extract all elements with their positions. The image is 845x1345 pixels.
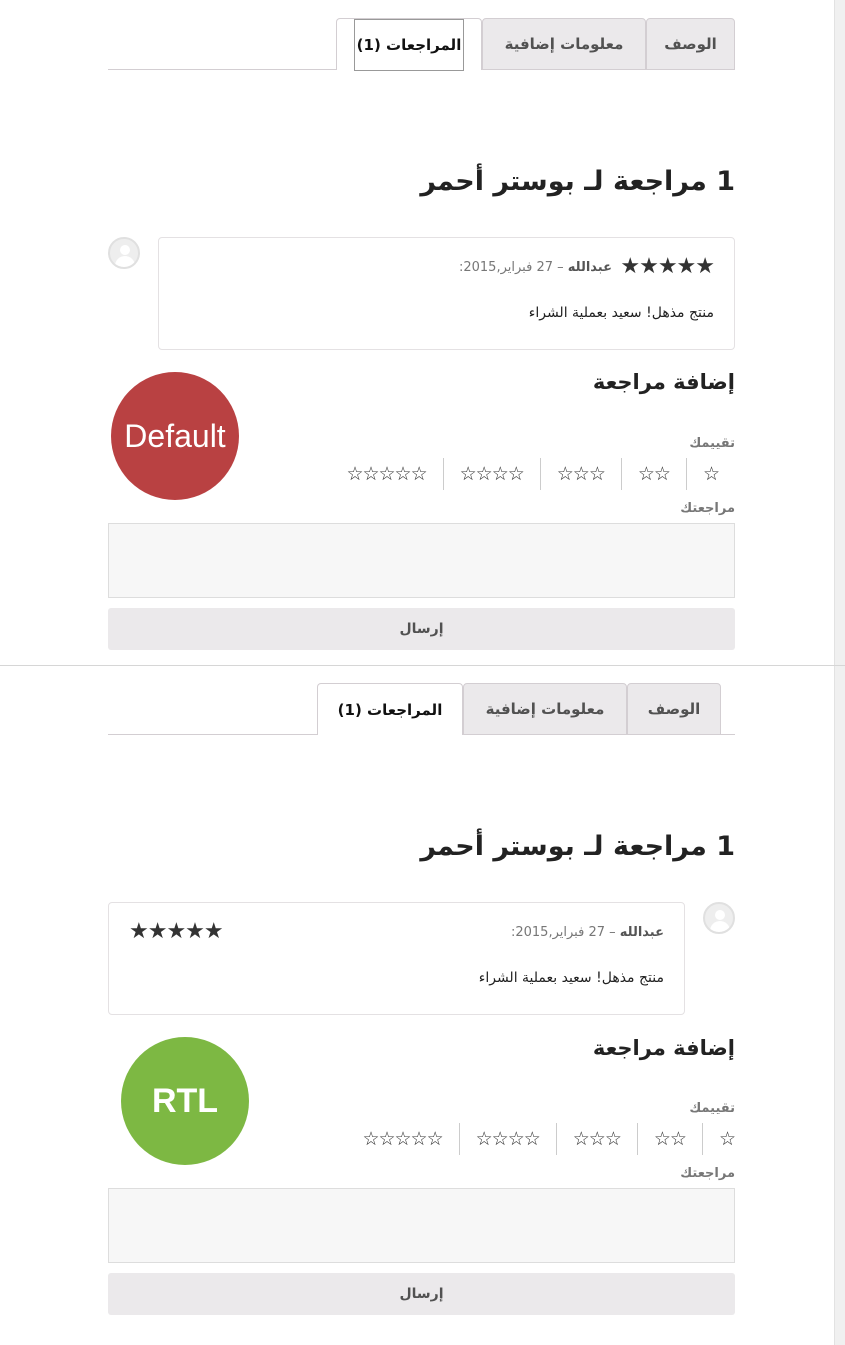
rating-1-star[interactable]: ☆ [685, 458, 735, 490]
tab-additional-info-label: معلومات إضافية [485, 700, 605, 718]
tab-reviews[interactable]: المراجعات (1) [317, 683, 463, 735]
rating-label: تقييمك [689, 1101, 735, 1116]
rating-5-stars[interactable]: ☆☆☆☆☆ [330, 458, 442, 490]
panel-default: الوصف معلومات إضافية المراجعات (1) 1 مرا… [0, 0, 845, 665]
review-author: عبدالله [619, 925, 664, 940]
review-text: منتج مذهل! سعيد بعملية الشراء [528, 305, 714, 321]
review-meta: عبدالله – 27 فبراير,2015: [511, 925, 664, 940]
tab-description[interactable]: الوصف [646, 18, 735, 70]
submit-button[interactable]: إرسال [108, 608, 735, 650]
rating-5-stars[interactable]: ☆☆☆☆☆ [346, 1123, 458, 1155]
tab-reviews-label: المراجعات (1) [337, 700, 443, 719]
default-badge: Default [111, 372, 239, 500]
rtl-badge: RTL [121, 1037, 249, 1165]
tab-reviews-label: المراجعات (1) [356, 35, 462, 54]
rating-3-stars[interactable]: ☆☆☆ [555, 1123, 637, 1155]
reviewer-avatar-icon [703, 902, 735, 934]
review-author: عبدالله [567, 260, 612, 275]
review-textarea[interactable] [108, 523, 735, 598]
submit-button[interactable]: إرسال [108, 1273, 735, 1315]
rtl-badge-text: RTL [151, 1081, 219, 1120]
rating-3-stars[interactable]: ☆☆☆ [539, 458, 621, 490]
review-field-label: مراجعتك [680, 501, 735, 516]
rating-1-star[interactable]: ☆ [701, 1123, 736, 1155]
tab-additional-info[interactable]: معلومات إضافية [463, 683, 627, 735]
tab-additional-info[interactable]: معلومات إضافية [482, 18, 646, 70]
tab-description-label: الوصف [664, 35, 717, 53]
tab-reviews-focus: المراجعات (1) [354, 18, 464, 71]
tab-description-label: الوصف [647, 700, 701, 718]
review-card: ★★★★★ عبدالله – 27 فبراير,2015: منتج مذه… [158, 237, 735, 350]
rating-4-stars[interactable]: ☆☆☆☆ [442, 458, 540, 490]
review-date: – 27 فبراير,2015: [510, 925, 616, 940]
reviews-title: 1 مراجعة لـ بوستر أحمر [420, 831, 735, 862]
rating-4-stars[interactable]: ☆☆☆☆ [458, 1123, 556, 1155]
review-card: ★★★★★ عبدالله – 27 فبراير,2015: منتج مذه… [108, 902, 685, 1015]
rating-options: ☆ ☆☆ ☆☆☆ ☆☆☆☆ ☆☆☆☆☆ [346, 1123, 736, 1155]
review-date: – 27 فبراير,2015: [458, 260, 564, 275]
rating-options: ☆ ☆☆ ☆☆☆ ☆☆☆☆ ☆☆☆☆☆ [330, 458, 735, 490]
rating-label: تقييمك [689, 436, 735, 451]
review-stars: ★★★★★ [129, 919, 224, 944]
rating-2-stars[interactable]: ☆☆ [620, 458, 686, 490]
tab-description[interactable]: الوصف [627, 683, 721, 735]
review-textarea[interactable] [108, 1188, 735, 1263]
rating-2-stars[interactable]: ☆☆ [636, 1123, 702, 1155]
add-review-title: إضافة مراجعة [592, 370, 735, 394]
tab-reviews[interactable]: المراجعات (1) [336, 18, 482, 71]
reviews-title: 1 مراجعة لـ بوستر أحمر [420, 166, 735, 197]
review-field-label: مراجعتك [680, 1166, 735, 1181]
add-review-title: إضافة مراجعة [592, 1036, 735, 1060]
review-text: منتج مذهل! سعيد بعملية الشراء [478, 970, 664, 986]
review-stars: ★★★★★ [620, 254, 715, 279]
review-meta: عبدالله – 27 فبراير,2015: [459, 260, 612, 275]
default-badge-text: Default [124, 417, 226, 454]
tab-additional-info-label: معلومات إضافية [504, 35, 624, 53]
reviewer-avatar-icon [108, 237, 140, 269]
panel-rtl: الوصف معلومات إضافية المراجعات (1) 1 مرا… [0, 665, 845, 1330]
